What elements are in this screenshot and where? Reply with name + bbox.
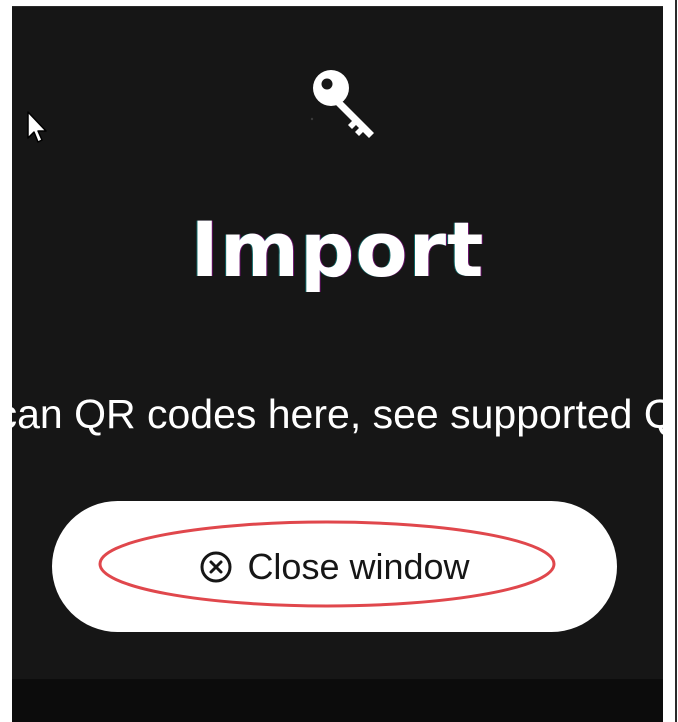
close-window-button[interactable]: Close window: [52, 501, 617, 632]
screenshot-frame: Import You can scan QR codes here, see s…: [0, 0, 678, 722]
footer-bar: [12, 679, 663, 722]
key-icon: [310, 70, 374, 138]
close-circle-icon: [200, 551, 232, 582]
import-dialog: Import You can scan QR codes here, see s…: [12, 7, 663, 722]
close-button-label: Close window: [247, 545, 470, 587]
mouse-cursor-icon: [27, 111, 47, 143]
page-title: Import: [190, 205, 485, 294]
subtitle-text: You can scan QR codes here, see supporte…: [12, 391, 663, 437]
right-border: [675, 0, 677, 722]
close-button-content: Close window: [199, 545, 470, 587]
